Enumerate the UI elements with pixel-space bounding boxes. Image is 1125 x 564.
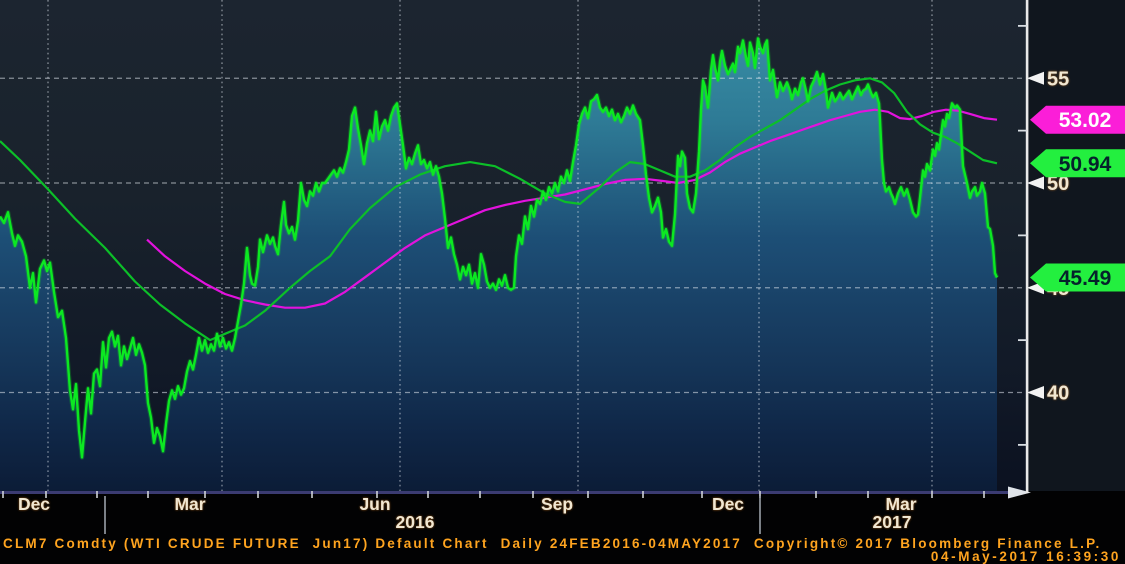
month-label: Sep [541, 494, 573, 514]
month-label: Mar [174, 494, 205, 514]
chart-plot-area[interactable]: 55504540DecMarJunSepDecMar2016201753.025… [0, 0, 1125, 564]
month-label: Mar [885, 494, 916, 514]
price-badge-value: 50.94 [1059, 153, 1112, 176]
ma-green-value-badge: 50.94 [1030, 149, 1125, 177]
year-label: 2016 [396, 512, 435, 532]
price-badge-value: 53.02 [1059, 109, 1112, 132]
bloomberg-chart-window: 55504540DecMarJunSepDecMar2016201753.025… [0, 0, 1125, 564]
y-axis-line [1026, 0, 1029, 493]
y-axis-arrow-icon [1027, 177, 1044, 190]
timestamp: 04-May-2017 16:39:30 [931, 549, 1121, 564]
month-label: Dec [712, 494, 744, 514]
year-label: 2017 [873, 512, 912, 532]
y-axis-arrow-icon [1027, 386, 1044, 399]
y-tick-label: 40 [1047, 383, 1069, 405]
y-tick-label: 55 [1047, 68, 1069, 90]
last-price-badge: 45.49 [1030, 263, 1125, 291]
y-axis-arrow-icon [1027, 72, 1044, 85]
price-badge-value: 45.49 [1059, 267, 1112, 290]
month-label: Dec [18, 494, 50, 514]
month-label: Jun [359, 494, 390, 514]
ma-magenta-value-badge: 53.02 [1030, 106, 1125, 134]
